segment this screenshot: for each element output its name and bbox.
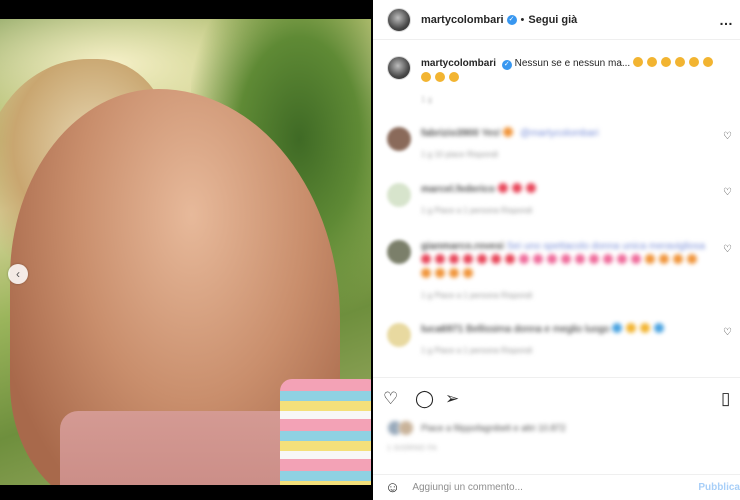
- caption-username[interactable]: martycolombari: [421, 58, 496, 69]
- like-comment-heart-icon[interactable]: ♡: [723, 244, 732, 255]
- emoji-icon: [640, 323, 651, 333]
- sun-emoji-icon: [647, 57, 657, 67]
- chevron-left-icon: ‹: [16, 267, 20, 281]
- sun-emoji-icon: [421, 72, 431, 82]
- commenter-username[interactable]: marcel.federico: [421, 184, 495, 195]
- sun-emoji-icon: [633, 57, 643, 67]
- commenter-username[interactable]: luca6971: [421, 324, 463, 335]
- comment-text: Yes!: [481, 128, 504, 139]
- share-paper-plane-icon[interactable]: ➢: [445, 389, 459, 409]
- instagram-post-modal: ‹ martycolombari ✓ • Segui già … martyco…: [0, 0, 740, 500]
- comment-item: fabrizio3900 Yes! @martycolombari 1 g 10…: [387, 127, 732, 162]
- heart-emoji-icon: [497, 183, 508, 193]
- heart-emoji-icon: [435, 254, 445, 264]
- like-heart-icon[interactable]: ♡: [383, 389, 398, 409]
- commenter-avatar[interactable]: [387, 323, 411, 347]
- sun-emoji-icon: [689, 57, 699, 67]
- comment-mention[interactable]: @martycolombari: [520, 128, 599, 139]
- commenter-avatar[interactable]: [387, 127, 411, 151]
- comment-bubble-icon[interactable]: ◯: [415, 389, 434, 409]
- follow-status-button[interactable]: Segui già: [528, 14, 577, 26]
- post-caption: martycolombari ✓ Nessun se e nessun ma..…: [387, 56, 727, 107]
- post-actions: ♡ ◯ ➢ ▯: [383, 389, 733, 411]
- add-comment-input[interactable]: [412, 482, 683, 493]
- comment-composer: ☺ Pubblica: [373, 474, 740, 500]
- more-options-icon[interactable]: …: [719, 12, 734, 28]
- verified-badge-icon: ✓: [506, 14, 517, 25]
- heart-emoji-icon: [421, 254, 431, 264]
- sun-emoji-icon: [687, 254, 697, 264]
- heart-emoji-icon: [477, 254, 487, 264]
- heart-emoji-icon: [511, 183, 522, 193]
- sun-emoji-icon: [435, 72, 445, 82]
- previous-image-button[interactable]: ‹: [8, 264, 28, 284]
- emoji-icon: [626, 323, 637, 333]
- comment-text: Sei uno spettacolo donna unica meravigli…: [506, 241, 706, 252]
- comment-meta[interactable]: 1 g 10 piace Rispondi: [421, 148, 711, 162]
- author-avatar[interactable]: [387, 7, 411, 32]
- commenter-username[interactable]: fabrizio3900: [421, 128, 479, 139]
- comment-item: gianmarco.rovesi Sei uno spettacolo donn…: [387, 240, 732, 303]
- emoji-icon: [503, 127, 514, 137]
- verified-badge-icon: ✓: [501, 60, 512, 70]
- emoji-picker-smiley-icon[interactable]: ☺: [385, 479, 400, 496]
- commenter-username[interactable]: gianmarco.rovesi: [421, 241, 504, 252]
- caption-timestamp: 1 g: [421, 95, 433, 104]
- heart-emoji-icon: [463, 254, 473, 264]
- comment-text: Bellissima donna e meglio luogo: [466, 324, 610, 335]
- caption-avatar[interactable]: [387, 56, 411, 80]
- sun-emoji-icon: [449, 72, 459, 82]
- save-bookmark-icon[interactable]: ▯: [721, 389, 730, 409]
- sun-emoji-icon: [675, 57, 685, 67]
- likes-text: Piace a filippofagnibelt e altri 10.872: [421, 423, 566, 433]
- comment-item: marcel.federico 1 g Piace a 1 persona Ri…: [387, 183, 732, 218]
- heart-emoji-icon: [491, 254, 501, 264]
- heart-emoji-icon: [533, 254, 543, 264]
- sun-emoji-icon: [463, 268, 473, 278]
- heart-emoji-icon: [519, 254, 529, 264]
- header-separator: •: [520, 13, 525, 26]
- author-username[interactable]: martycolombari: [421, 14, 504, 26]
- comment-item: luca6971 Bellissima donna e meglio luogo…: [387, 323, 732, 358]
- sun-emoji-icon: [673, 254, 683, 264]
- sun-emoji-icon: [661, 57, 671, 67]
- heart-emoji-icon: [547, 254, 557, 264]
- post-date: 1 GIORNO FA: [387, 445, 438, 452]
- post-header: martycolombari ✓ • Segui già …: [373, 0, 740, 40]
- heart-emoji-icon: [589, 254, 599, 264]
- publish-button[interactable]: Pubblica: [698, 482, 740, 493]
- commenter-avatar[interactable]: [387, 183, 411, 207]
- heart-emoji-icon: [603, 254, 613, 264]
- heart-emoji-icon: [617, 254, 627, 264]
- photo-clothing: [60, 411, 310, 485]
- actions-divider: [373, 377, 740, 378]
- heart-emoji-icon: [505, 254, 515, 264]
- comment-meta[interactable]: 1 g Piace a 1 persona Rispondi: [421, 289, 711, 303]
- like-comment-heart-icon[interactable]: ♡: [723, 327, 732, 338]
- post-side-panel: martycolombari ✓ • Segui già … martycolo…: [373, 0, 740, 500]
- comment-meta[interactable]: 1 g Piace a 1 persona Rispondi: [421, 204, 711, 218]
- heart-emoji-icon: [575, 254, 585, 264]
- sun-emoji-icon: [421, 268, 431, 278]
- like-comment-heart-icon[interactable]: ♡: [723, 187, 732, 198]
- sun-emoji-icon: [449, 268, 459, 278]
- photo-basket: [280, 379, 371, 485]
- emoji-icon: [612, 323, 623, 333]
- liker-avatar: [398, 420, 414, 436]
- caption-text: Nessun se e nessun ma...: [514, 58, 631, 69]
- sun-emoji-icon: [703, 57, 713, 67]
- sun-emoji-icon: [645, 254, 655, 264]
- heart-emoji-icon: [561, 254, 571, 264]
- heart-emoji-icon: [449, 254, 459, 264]
- commenter-avatar[interactable]: [387, 240, 411, 264]
- like-comment-heart-icon[interactable]: ♡: [723, 131, 732, 142]
- emoji-icon: [654, 323, 665, 333]
- sun-emoji-icon: [659, 254, 669, 264]
- heart-emoji-icon: [525, 183, 536, 193]
- comment-meta[interactable]: 1 g Piace a 1 persona Rispondi: [421, 344, 711, 358]
- likes-summary[interactable]: Piace a filippofagnibelt e altri 10.872: [387, 420, 566, 436]
- heart-emoji-icon: [631, 254, 641, 264]
- post-photo[interactable]: ‹: [0, 19, 371, 485]
- sun-emoji-icon: [435, 268, 445, 278]
